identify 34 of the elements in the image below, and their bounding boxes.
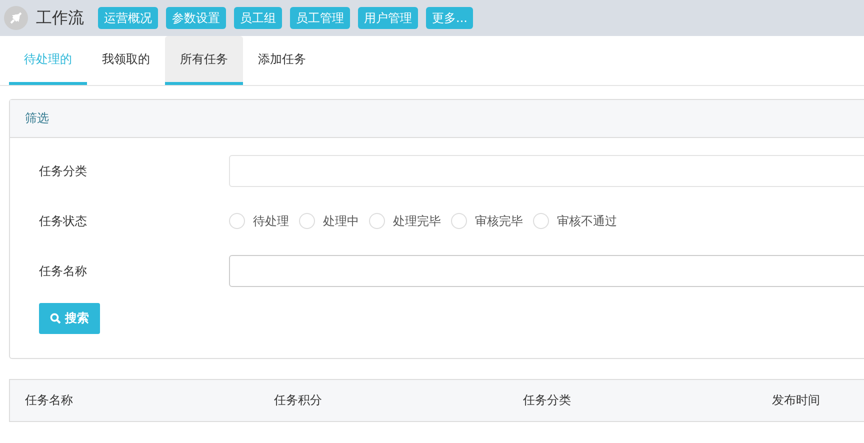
field-label: 任务分类 [39, 162, 88, 180]
panel-title: 筛选 [25, 110, 49, 127]
tab[interactable]: 所有任务 [165, 36, 243, 85]
radio-button[interactable] [299, 213, 315, 229]
nav-button[interactable]: 更多... [426, 7, 474, 29]
column-header: 发布时间 [772, 392, 821, 409]
radio-button[interactable] [229, 213, 245, 229]
tab[interactable]: 待处理的 [9, 36, 87, 85]
app-title: 工作流 [36, 8, 84, 28]
search-icon [50, 313, 61, 324]
nav-button[interactable]: 用户管理 [358, 7, 418, 29]
nav-button[interactable]: 员工管理 [290, 7, 350, 29]
nav-button[interactable]: 员工组 [234, 7, 282, 29]
radio-button[interactable] [451, 213, 467, 229]
radio-label: 待处理 [253, 212, 289, 230]
plug-icon [4, 6, 28, 30]
nav-button[interactable]: 运营概况 [98, 7, 158, 29]
radio-label: 处理中 [323, 212, 359, 230]
input-field[interactable] [229, 155, 864, 187]
radio-button[interactable] [533, 213, 549, 229]
radio-label: 处理完毕 [393, 212, 441, 230]
column-header: 任务积分 [274, 392, 323, 409]
tab[interactable]: 添加任务 [243, 36, 321, 85]
column-header: 任务名称 [25, 392, 74, 409]
field-label: 任务状态 [39, 212, 88, 230]
radio-button[interactable] [369, 213, 385, 229]
radio-label: 审核完毕 [475, 212, 523, 230]
nav-button[interactable]: 参数设置 [166, 7, 226, 29]
column-header: 任务分类 [523, 392, 572, 409]
search-button[interactable]: 搜索 [39, 303, 100, 334]
input-field[interactable] [229, 255, 864, 287]
tab[interactable]: 我领取的 [87, 36, 165, 85]
field-label: 任务名称 [39, 262, 88, 280]
radio-label: 审核不通过 [557, 212, 617, 230]
